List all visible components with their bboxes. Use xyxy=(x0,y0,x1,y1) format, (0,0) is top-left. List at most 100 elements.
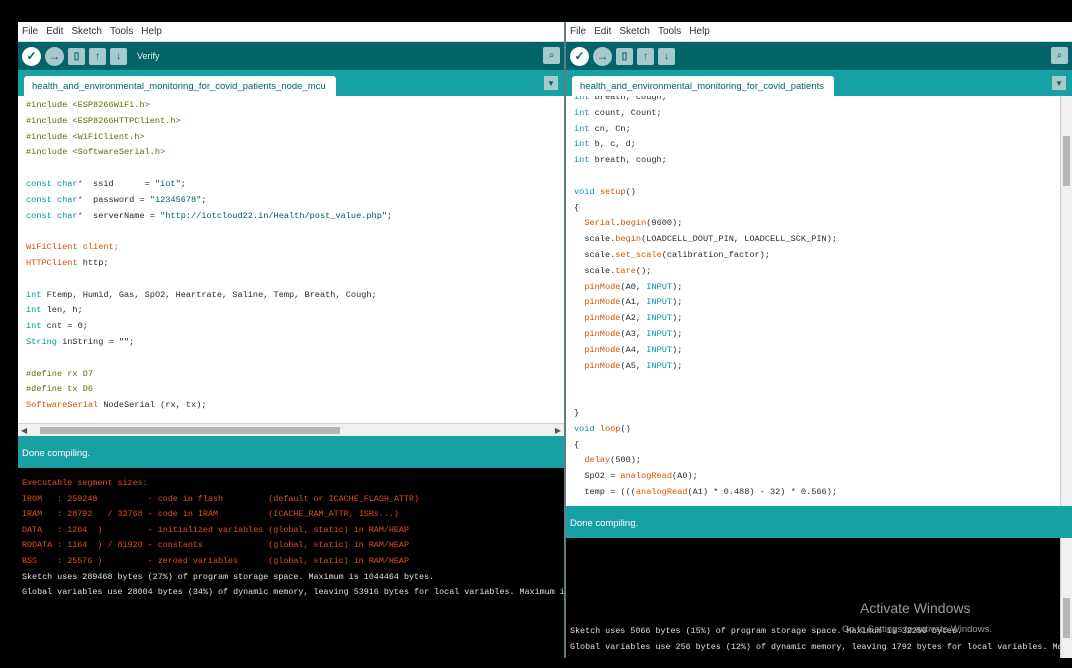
code-token: Serial xyxy=(584,218,616,229)
tab-sketch[interactable]: health_and_environmental_monitoring_for_… xyxy=(572,76,834,96)
code-token: INPUT xyxy=(646,360,673,371)
code-line[interactable] xyxy=(26,272,564,288)
code-line[interactable] xyxy=(26,161,564,177)
code-line[interactable]: const char* password = "12345678"; xyxy=(26,193,564,209)
code-line[interactable]: pinMode(A0, INPUT); xyxy=(574,280,1072,296)
code-line[interactable]: int breath, cough; xyxy=(574,96,1072,106)
code-line[interactable] xyxy=(574,374,1072,390)
code-area[interactable]: #include <ESP8266WiFi.h> #include <ESP826… xyxy=(18,96,564,414)
code-area[interactable]: int breath, cough; int count, Count; int c… xyxy=(566,96,1072,501)
console-line: RODATA : 1164 ) / 81920 - constants (glo… xyxy=(22,540,409,551)
menu-tools[interactable]: Tools xyxy=(658,26,681,37)
verify-button[interactable]: ✓ xyxy=(22,46,41,66)
code-token: loop xyxy=(599,423,621,434)
code-line[interactable]: SpO2 = analogRead(A0); xyxy=(574,469,1072,485)
save-sketch-button[interactable]: ↓ xyxy=(110,47,127,65)
code-token: const char* xyxy=(26,210,83,221)
upload-button[interactable]: → xyxy=(593,46,612,66)
code-token: (A3, xyxy=(620,328,647,339)
code-line[interactable] xyxy=(574,390,1072,406)
code-line[interactable]: int breath, cough; xyxy=(574,153,1072,169)
tab-sketch[interactable]: health_and_environmental_monitoring_for_… xyxy=(24,76,336,96)
magnifier-icon: ⌕ xyxy=(1056,50,1063,61)
code-line[interactable]: int len, h; xyxy=(26,303,564,319)
serial-monitor-button[interactable]: ⌕ xyxy=(1051,47,1068,64)
code-line[interactable]: pinMode(A1, INPUT); xyxy=(574,295,1072,311)
code-line[interactable]: Serial.begin(9600); xyxy=(574,216,1072,232)
menu-sketch[interactable]: Sketch xyxy=(71,26,102,37)
code-line[interactable]: #define tx D6 xyxy=(26,382,564,398)
scroll-right-icon[interactable]: ▶ xyxy=(555,424,561,436)
code-line[interactable]: int count, Count; xyxy=(574,106,1072,122)
save-sketch-button[interactable]: ↓ xyxy=(658,47,675,65)
scrollbar-thumb[interactable] xyxy=(1063,136,1070,186)
menu-sketch[interactable]: Sketch xyxy=(619,26,650,37)
horizontal-scrollbar[interactable]: ◀ ▶ xyxy=(18,423,564,436)
upload-button[interactable]: → xyxy=(45,46,64,66)
new-file-icon: ▯ xyxy=(621,50,628,62)
code-line[interactable]: #include <WiFiClient.h> xyxy=(26,130,564,146)
code-line[interactable]: #include <SoftwareSerial.h> xyxy=(26,145,564,161)
code-line[interactable]: void setup() xyxy=(574,185,1072,201)
scrollbar-thumb[interactable] xyxy=(40,427,340,434)
code-token: ); xyxy=(672,360,683,371)
code-line[interactable] xyxy=(26,224,564,240)
code-line[interactable] xyxy=(574,169,1072,185)
new-sketch-button[interactable]: ▯ xyxy=(616,47,633,65)
code-line[interactable]: SoftwareSerial NodeSerial (rx, tx); xyxy=(26,398,564,414)
code-line[interactable]: void loop() xyxy=(574,422,1072,438)
code-line[interactable]: int Ftemp, Humid, Gas, SpO2, Heartrate, … xyxy=(26,288,564,304)
code-editor[interactable]: int breath, cough; int count, Count; int c… xyxy=(566,96,1072,506)
code-line[interactable]: { xyxy=(574,201,1072,217)
code-line[interactable]: { xyxy=(574,438,1072,454)
menu-tools[interactable]: Tools xyxy=(110,26,133,37)
console-scrollbar[interactable] xyxy=(1060,538,1072,658)
menu-help[interactable]: Help xyxy=(141,26,162,37)
verify-button[interactable]: ✓ xyxy=(570,46,589,66)
code-line[interactable]: pinMode(A2, INPUT); xyxy=(574,311,1072,327)
code-line[interactable]: #include <ESP8266WiFi.h> xyxy=(26,98,564,114)
code-line[interactable]: pinMode(A4, INPUT); xyxy=(574,343,1072,359)
code-line[interactable]: } xyxy=(574,406,1072,422)
menu-help[interactable]: Help xyxy=(689,26,710,37)
code-line[interactable]: scale.set_scale(calibration_factor); xyxy=(574,248,1072,264)
code-editor[interactable]: #include <ESP8266WiFi.h> #include <ESP826… xyxy=(18,96,564,436)
code-line[interactable]: int cnt = 0; xyxy=(26,319,564,335)
code-line[interactable] xyxy=(26,351,564,367)
code-token: ); xyxy=(672,328,683,339)
console-line: IRAM : 28792 / 32768 - code in IRAM (ICA… xyxy=(22,509,399,520)
code-token: SoftwareSerial xyxy=(26,400,99,411)
code-token: #define tx D6 xyxy=(26,384,94,395)
code-line[interactable]: WiFiClient client; xyxy=(26,240,564,256)
code-line[interactable]: const char* serverName = "http://iotclou… xyxy=(26,209,564,225)
code-line[interactable]: const char* ssid = "iot"; xyxy=(26,177,564,193)
menu-file[interactable]: File xyxy=(22,26,38,37)
serial-monitor-button[interactable]: ⌕ xyxy=(543,47,560,64)
code-line[interactable]: temp = (((analogRead(A1) * 0.488) - 32) … xyxy=(574,485,1072,501)
new-sketch-button[interactable]: ▯ xyxy=(68,47,85,65)
open-sketch-button[interactable]: ↑ xyxy=(637,47,654,65)
code-line[interactable]: #define rx D7 xyxy=(26,367,564,383)
code-token: setup xyxy=(599,186,626,197)
code-line[interactable]: pinMode(A5, INPUT); xyxy=(574,359,1072,375)
code-line[interactable]: String inString = ""; xyxy=(26,335,564,351)
console-scrollbar-thumb[interactable] xyxy=(1063,598,1070,638)
code-line[interactable]: scale.begin(LOADCELL_DOUT_PIN, LOADCELL_… xyxy=(574,232,1072,248)
tab-menu-button[interactable]: ▼ xyxy=(544,76,558,90)
code-line[interactable]: delay(500); xyxy=(574,453,1072,469)
code-token: (9600); xyxy=(646,218,683,229)
menu-edit[interactable]: Edit xyxy=(594,26,611,37)
code-line[interactable]: scale.tare(); xyxy=(574,264,1072,280)
vertical-scrollbar[interactable] xyxy=(1060,96,1072,506)
code-line[interactable]: int b, c, d; xyxy=(574,137,1072,153)
code-line[interactable]: #include <ESP8266HTTPClient.h> xyxy=(26,114,564,130)
scroll-left-icon[interactable]: ◀ xyxy=(21,424,27,436)
menu-edit[interactable]: Edit xyxy=(46,26,63,37)
code-line[interactable]: int cn, Cn; xyxy=(574,122,1072,138)
menu-file[interactable]: File xyxy=(570,26,586,37)
tab-menu-button[interactable]: ▼ xyxy=(1052,76,1066,90)
code-token: NodeSerial (rx, tx); xyxy=(98,400,207,411)
code-line[interactable]: HTTPClient http; xyxy=(26,256,564,272)
code-line[interactable]: pinMode(A3, INPUT); xyxy=(574,327,1072,343)
open-sketch-button[interactable]: ↑ xyxy=(89,47,106,65)
